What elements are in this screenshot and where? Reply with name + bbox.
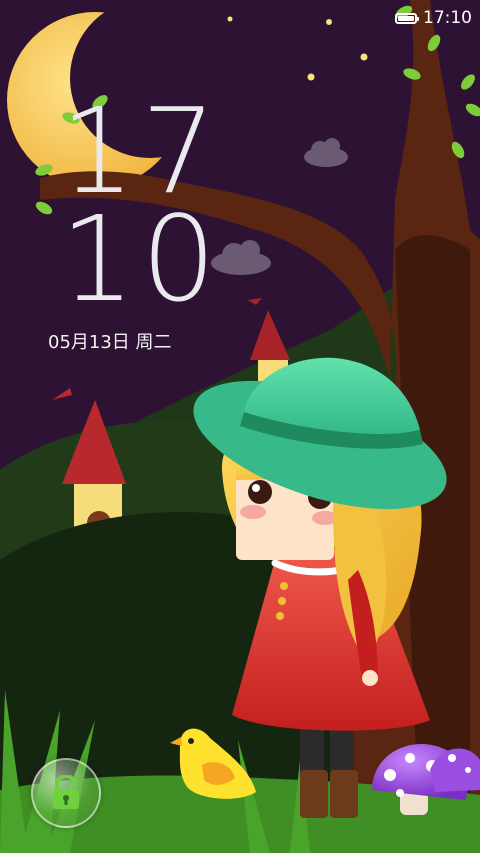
lockscreen-date: 05月13日 周二 (48, 332, 172, 353)
clock-minute: 10 (60, 190, 223, 328)
battery-icon (395, 12, 419, 24)
unlock-button[interactable] (31, 758, 101, 828)
unlocked-padlock-icon (53, 775, 79, 809)
status-bar: 17:10 (395, 6, 472, 30)
status-time: 17:10 (423, 8, 472, 28)
